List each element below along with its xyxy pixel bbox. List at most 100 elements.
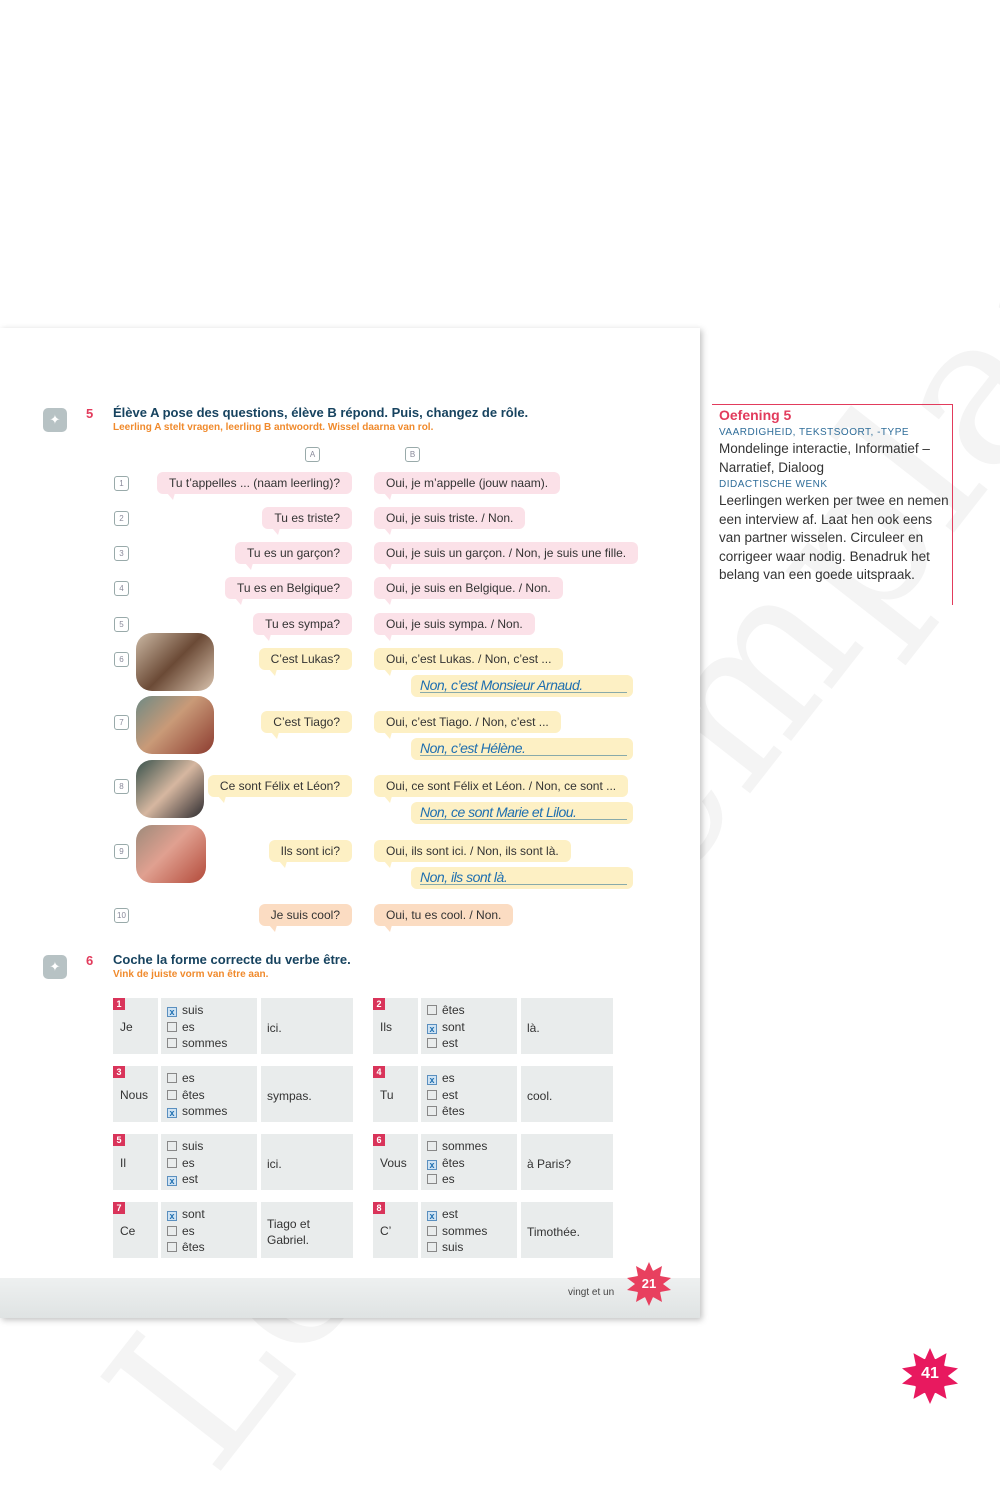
option-checkbox[interactable]: êtes [167, 1087, 227, 1104]
note-caption: DIDACTISCHE WENK [719, 479, 828, 490]
answer-bubble: Oui, ils sont ici. / Non, ils sont là. [374, 840, 571, 868]
answer-bubble: Oui, je suis sympa. / Non. [374, 613, 535, 641]
item-number: 3 [114, 546, 129, 561]
checkbox-icon[interactable] [167, 1089, 177, 1100]
checkbox-icon[interactable] [427, 1106, 437, 1116]
checkbox-icon[interactable] [427, 1141, 437, 1151]
option-checkbox[interactable]: êtes [167, 1239, 205, 1256]
sentence-end-cell: là. [521, 998, 613, 1054]
subject: Je [120, 1020, 133, 1034]
checkbox-icon[interactable] [167, 1021, 177, 1032]
subject-cell: 1 Je [113, 998, 158, 1054]
question-bubble: Tu es sympa? [253, 613, 352, 641]
options-cell: x est sommes suis [421, 1202, 517, 1258]
checkbox-icon[interactable] [427, 1038, 437, 1048]
outer-page-number: 41 [921, 1365, 939, 1382]
checkbox-icon[interactable]: x [427, 1075, 437, 1085]
sentence-end: cool. [527, 1089, 553, 1103]
option-checkbox[interactable]: sommes [167, 1035, 227, 1052]
checkbox-icon[interactable] [427, 1174, 437, 1184]
sentence-end-cell: ici. [261, 1134, 353, 1190]
option-checkbox[interactable]: x es [427, 1070, 465, 1087]
item-badge: 7 [113, 1202, 125, 1214]
answer-bubble: Oui, c’est Tiago. / Non, c’est ... [374, 711, 561, 739]
item-number: 2 [114, 511, 129, 526]
checkbox-icon[interactable] [427, 1005, 437, 1015]
sentence-end-cell: à Paris? [521, 1134, 613, 1190]
subject-cell: 8 C’ [373, 1202, 418, 1258]
checkbox-icon[interactable]: x [167, 1211, 177, 1221]
checkbox-icon[interactable] [167, 1141, 177, 1151]
outer-page-number-badge: 41 [902, 1348, 958, 1404]
item-number: 4 [114, 581, 129, 596]
item-number: 6 [114, 652, 129, 667]
option-checkbox[interactable]: est [427, 1035, 465, 1052]
subject: Vous [380, 1156, 407, 1170]
page-footer-band [0, 1278, 700, 1318]
option-checkbox[interactable]: es [167, 1155, 203, 1172]
item-number: 9 [114, 844, 129, 859]
sentence-end: sympas. [267, 1089, 312, 1103]
note-title: Oefening 5 [719, 407, 792, 423]
checkbox-icon[interactable]: x [167, 1007, 177, 1017]
options-cell: x suis es sommes [161, 998, 257, 1054]
subject-cell: 2 Ils [373, 998, 418, 1054]
sentence-end: Tiago et Gabriel. [267, 1217, 310, 1247]
option-checkbox[interactable]: x êtes [427, 1155, 487, 1172]
options-cell: x sont es êtes [161, 1202, 257, 1258]
sentence-end: là. [527, 1021, 540, 1035]
item-number: 1 [114, 476, 129, 491]
answer-text: Non, ils sont là. [420, 869, 508, 885]
sentence-end-cell: ici. [261, 998, 353, 1054]
exercise-subtitle: Vink de juiste vorm van être aan. [113, 969, 269, 980]
answer-bubble: Oui, je suis triste. / Non. [374, 507, 526, 535]
option-checkbox[interactable]: x est [167, 1171, 203, 1188]
checkbox-icon[interactable] [427, 1089, 437, 1100]
checkbox-icon[interactable] [167, 1242, 177, 1252]
column-a-label: A [305, 447, 320, 462]
checkbox-icon[interactable] [427, 1225, 437, 1236]
option-checkbox[interactable]: x sont [427, 1019, 465, 1036]
question-bubble: Ce sont Félix et Léon? [207, 775, 352, 803]
sentence-end-cell: cool. [521, 1066, 613, 1122]
checkbox-icon[interactable] [167, 1038, 177, 1048]
subject: Tu [380, 1088, 394, 1102]
answer-bubble: Oui, je m’appelle (jouw naam). [374, 472, 561, 500]
option-checkbox[interactable]: x sont [167, 1206, 205, 1223]
item-number: 7 [114, 715, 129, 730]
checkbox-icon[interactable] [167, 1225, 177, 1236]
option-checkbox[interactable]: x sommes [167, 1103, 227, 1120]
question-bubble: Tu es un garçon? [235, 542, 352, 570]
checkbox-icon[interactable] [427, 1242, 437, 1252]
option-checkbox[interactable]: êtes [427, 1103, 465, 1120]
checkbox-icon[interactable]: x [427, 1159, 437, 1170]
option-checkbox[interactable]: x est [427, 1206, 487, 1223]
sentence-end: ici. [267, 1021, 282, 1035]
checkbox-icon[interactable]: x [427, 1211, 437, 1221]
option-checkbox[interactable]: est [427, 1087, 465, 1104]
checkbox-icon[interactable]: x [167, 1176, 177, 1186]
option-checkbox[interactable]: es [427, 1171, 487, 1188]
options-cell: x es est êtes [421, 1066, 517, 1122]
checkbox-icon[interactable]: x [167, 1108, 177, 1118]
checkbox-icon[interactable]: x [427, 1023, 437, 1034]
sentence-end-cell: sympas. [261, 1066, 353, 1122]
option-checkbox[interactable]: es [167, 1223, 205, 1240]
answer-text: Non, c’est Hélène. [420, 740, 526, 756]
exercise-title: Élève A pose des questions, élève B répo… [113, 405, 529, 420]
option-checkbox[interactable]: sommes [427, 1138, 487, 1155]
item-badge: 3 [113, 1066, 125, 1078]
option-checkbox[interactable]: sommes [427, 1223, 487, 1240]
answer-bubble: Oui, c’est Lukas. / Non, c’est ... [374, 648, 564, 676]
checkbox-icon[interactable] [167, 1073, 177, 1083]
item-badge: 6 [373, 1134, 385, 1146]
option-checkbox[interactable]: es [167, 1070, 227, 1087]
option-checkbox[interactable]: suis [427, 1239, 487, 1256]
option-checkbox[interactable]: es [167, 1019, 227, 1036]
checkbox-icon[interactable] [167, 1157, 177, 1168]
option-checkbox[interactable]: x suis [167, 1002, 227, 1019]
page-number-badge: 21 [627, 1262, 671, 1306]
option-checkbox[interactable]: êtes [427, 1002, 465, 1019]
option-checkbox[interactable]: suis [167, 1138, 203, 1155]
item-badge: 4 [373, 1066, 385, 1078]
